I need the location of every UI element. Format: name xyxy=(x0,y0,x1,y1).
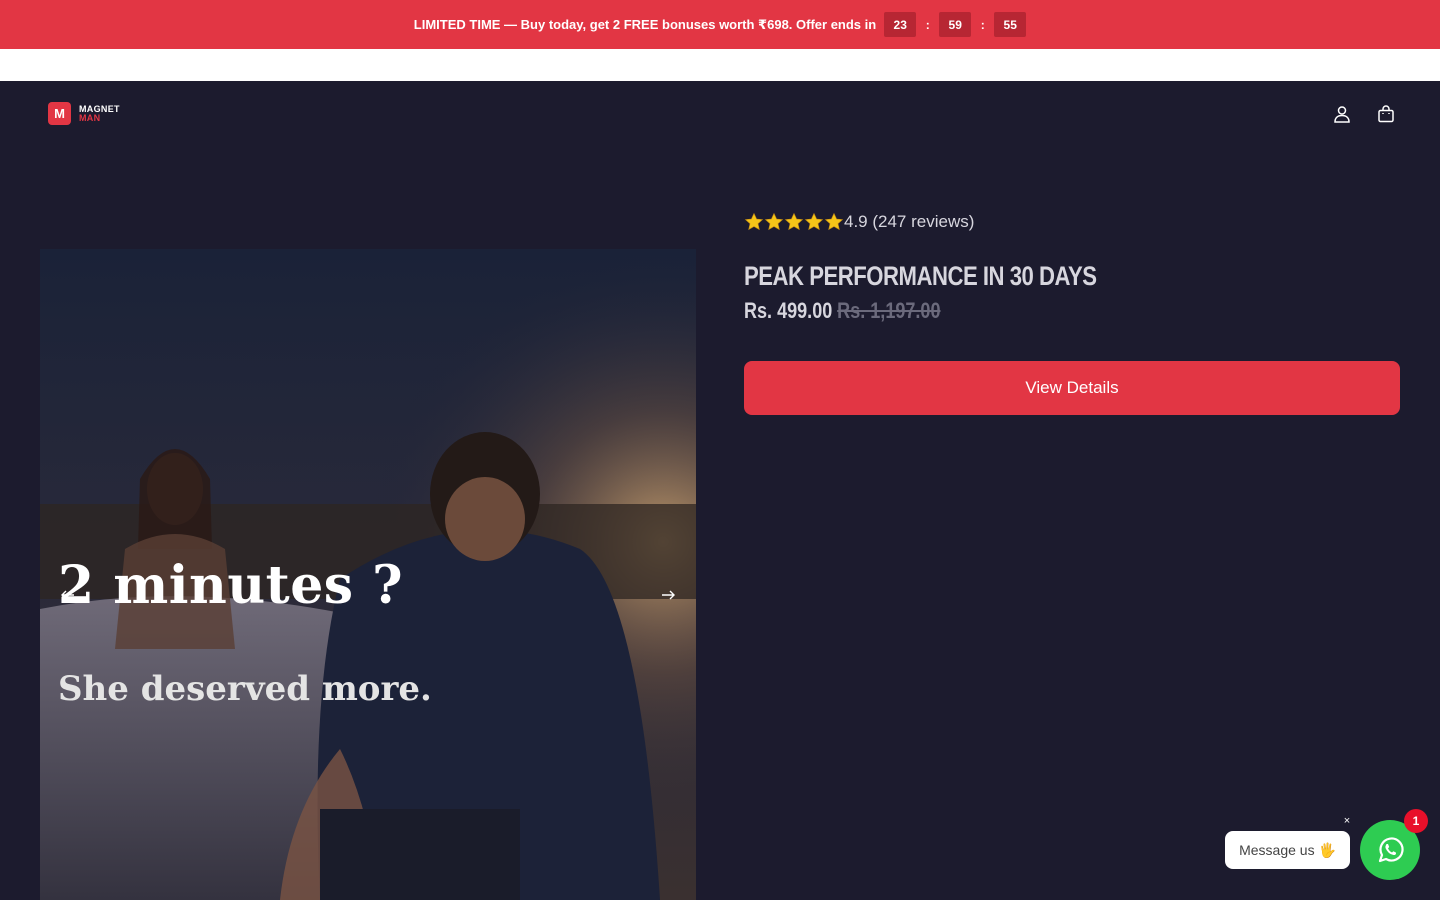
price-row: Rs. 499.00 Rs. 1,197.00 xyxy=(744,298,1282,324)
account-icon[interactable] xyxy=(1331,103,1353,125)
logo-mark: M xyxy=(48,102,71,125)
whatsapp-icon xyxy=(1378,837,1404,863)
timer-minutes: 59 xyxy=(939,12,972,37)
star-icon xyxy=(784,212,804,231)
rating-text: 4.9 (247 reviews) xyxy=(844,212,975,231)
timer-separator: : xyxy=(980,17,985,32)
star-icon xyxy=(824,212,844,231)
timer-seconds: 55 xyxy=(994,12,1027,37)
rating-stars xyxy=(744,212,844,232)
product-rating[interactable]: 4.9 (247 reviews) xyxy=(744,205,1400,239)
star-icon xyxy=(744,212,764,231)
slide-subline: She deserved more. xyxy=(58,669,432,709)
sale-price: Rs. 499.00 xyxy=(744,298,833,323)
countdown-timer: 23 : 59 : 55 xyxy=(884,12,1027,37)
product-info: 4.9 (247 reviews) Peak Performance in 30… xyxy=(744,205,1400,415)
product-media-gallery[interactable]: 2 minutes ? She deserved more. xyxy=(40,249,696,900)
chat-bubble-text: Message us 🖐 xyxy=(1239,841,1336,858)
announcement-text: LIMITED TIME — Buy today, get 2 FREE bon… xyxy=(413,16,877,32)
logo-wordmark: MAGNET MAN xyxy=(79,104,120,123)
announcement-bar: LIMITED TIME — Buy today, get 2 FREE bon… xyxy=(0,0,1440,49)
logo-line-2: MAN xyxy=(79,112,101,123)
timer-separator: : xyxy=(925,17,930,32)
site-header: M MAGNET MAN xyxy=(0,81,1440,147)
chat-message-bubble[interactable]: Message us 🖐 xyxy=(1225,831,1350,869)
star-icon xyxy=(804,212,824,231)
arrow-left-icon[interactable] xyxy=(58,585,78,605)
slide-headline: 2 minutes ? xyxy=(58,555,404,616)
product-title: Peak Performance in 30 Days xyxy=(744,261,1097,291)
compare-price: Rs. 1,197.00 xyxy=(837,298,941,323)
logo[interactable]: M MAGNET MAN xyxy=(48,102,120,125)
star-icon xyxy=(764,212,784,231)
cart-icon[interactable] xyxy=(1375,103,1397,125)
top-strip xyxy=(0,49,1440,81)
arrow-right-icon[interactable] xyxy=(658,585,678,605)
close-icon[interactable]: × xyxy=(1339,813,1355,829)
timer-hours: 23 xyxy=(884,12,917,37)
view-details-button[interactable]: View Details xyxy=(744,361,1400,415)
notification-badge: 1 xyxy=(1404,809,1428,833)
